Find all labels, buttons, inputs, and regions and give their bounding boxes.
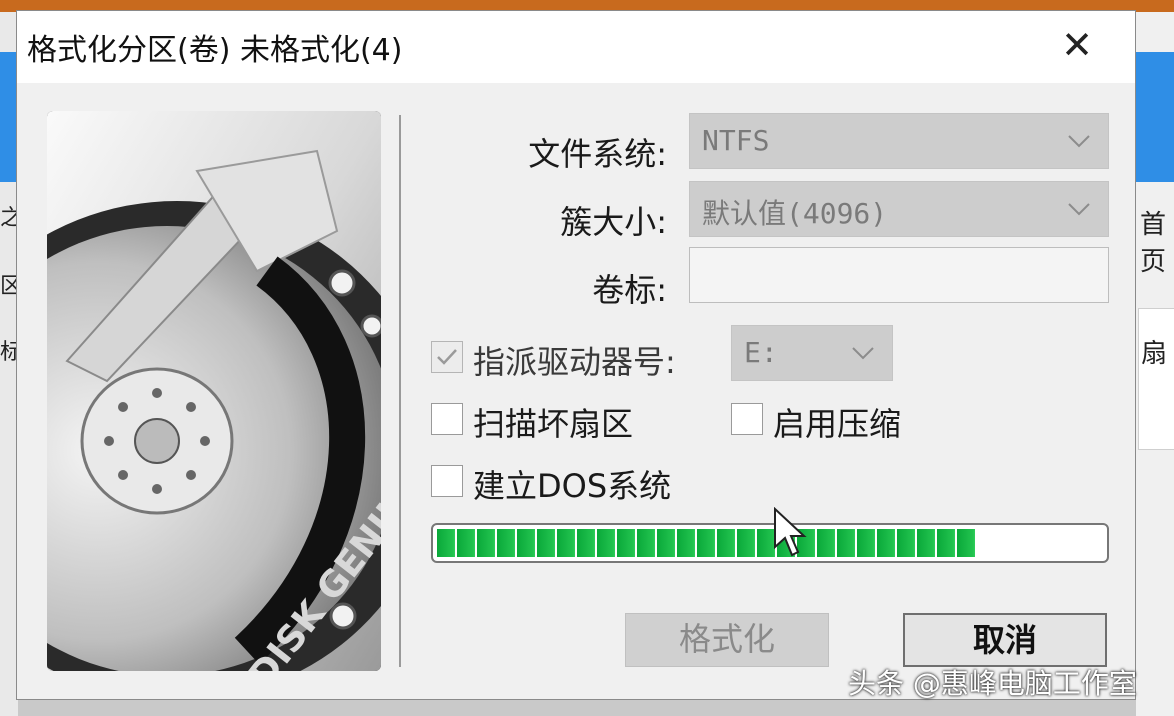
- assign-drive-checkbox[interactable]: [431, 341, 463, 373]
- chevron-down-icon: [852, 347, 874, 360]
- background-right-panel: 首页 扇: [1136, 12, 1174, 716]
- format-progress-fill: [437, 529, 976, 557]
- format-button[interactable]: 格式化: [625, 613, 829, 667]
- format-progress-bar: [431, 523, 1109, 563]
- mouse-cursor-icon: [774, 507, 807, 557]
- assign-drive-label: 指派驱动器号:: [473, 343, 676, 381]
- enable-compression-checkbox[interactable]: [731, 403, 763, 435]
- dialog-title: 格式化分区(卷) 未格式化(4): [27, 33, 403, 68]
- chevron-down-icon: [1068, 203, 1090, 216]
- volume-label-label: 卷标:: [592, 271, 667, 309]
- background-right-text-1: 首页: [1140, 210, 1167, 277]
- cluster-size-label: 簇大小:: [560, 203, 667, 241]
- scan-bad-sectors-label: 扫描坏扇区: [473, 405, 634, 443]
- cluster-size-select[interactable]: 默认值(4096): [689, 181, 1109, 237]
- create-dos-checkbox[interactable]: [431, 465, 463, 497]
- drive-letter-value: E:: [744, 336, 778, 369]
- background-right-strip: [1136, 52, 1174, 182]
- drive-letter-select[interactable]: E:: [731, 325, 893, 381]
- dialog-titlebar[interactable]: 格式化分区(卷) 未格式化(4) ✕: [17, 11, 1135, 83]
- file-system-select[interactable]: NTFS: [689, 113, 1109, 169]
- enable-compression-label: 启用压缩: [773, 405, 902, 443]
- chevron-down-icon: [1068, 135, 1090, 148]
- vertical-separator: [399, 115, 401, 667]
- background-right-box: 扇: [1138, 308, 1174, 450]
- background-right-text-2: 扇: [1141, 339, 1168, 369]
- cluster-size-value: 默认值(4096): [702, 197, 888, 230]
- file-system-label: 文件系统:: [528, 135, 667, 173]
- checkmark-icon: [437, 349, 457, 365]
- watermark-text: 头条 @惠峰电脑工作室: [848, 667, 1137, 700]
- create-dos-label: 建立DOS系统: [473, 467, 672, 505]
- cancel-button[interactable]: 取消: [903, 613, 1107, 667]
- volume-label-input[interactable]: [689, 247, 1109, 303]
- disk-genius-image: DISK GENIUS: [47, 111, 381, 671]
- file-system-value: NTFS: [702, 124, 770, 157]
- close-icon[interactable]: ✕: [1055, 25, 1099, 69]
- format-partition-dialog: 格式化分区(卷) 未格式化(4) ✕ 文件系统: NTFS 簇大小: 默认值(4…: [16, 10, 1136, 700]
- scan-bad-sectors-checkbox[interactable]: [431, 403, 463, 435]
